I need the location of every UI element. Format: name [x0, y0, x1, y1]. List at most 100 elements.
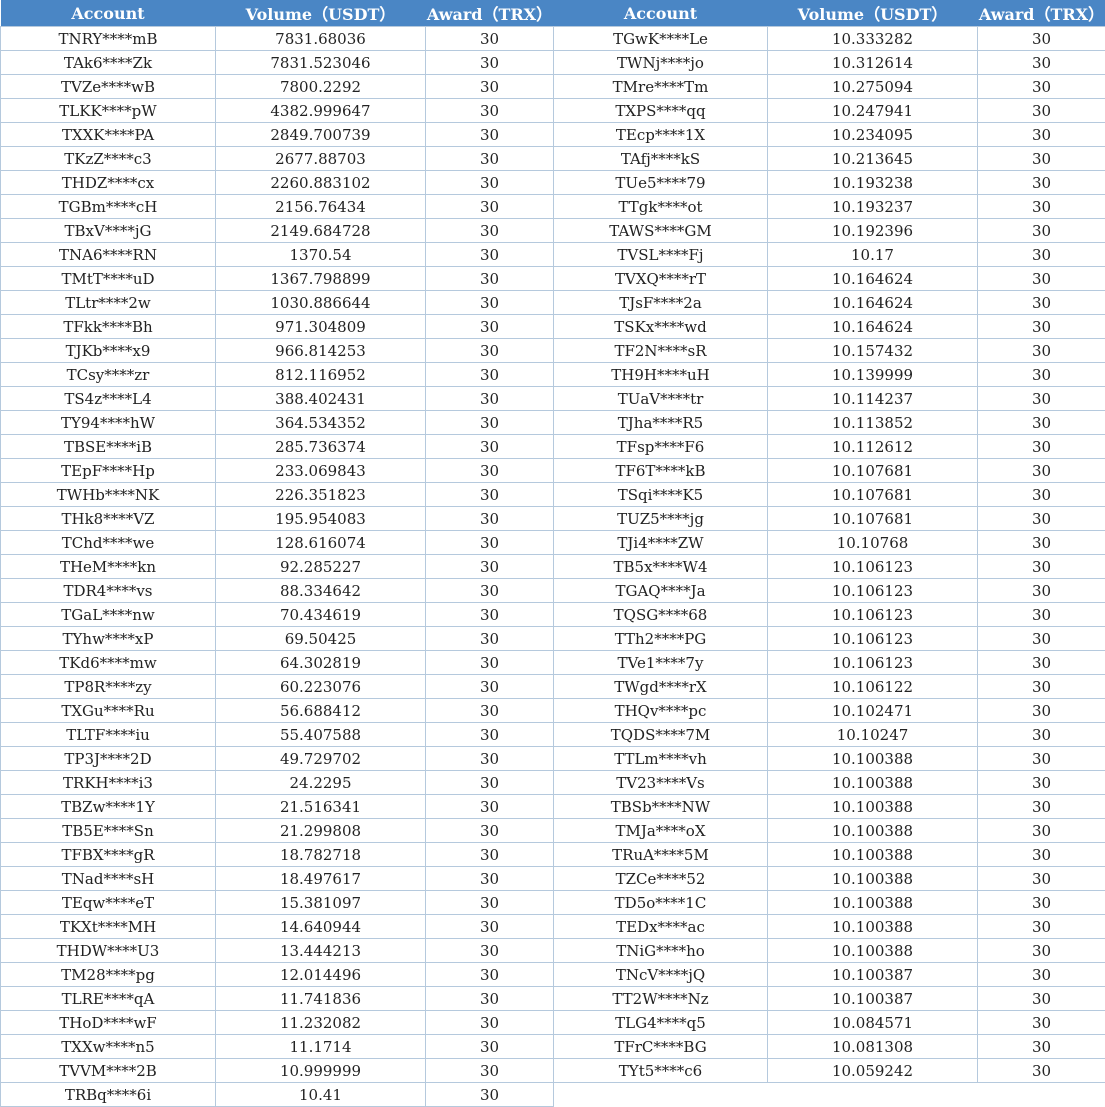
award-cell: 30	[978, 939, 1105, 963]
account-cell: TLtr****2w	[1, 291, 216, 315]
table-row: THk8****VZ195.95408330	[1, 507, 554, 531]
award-cell: 30	[978, 507, 1105, 531]
account-cell: TKzZ****c3	[1, 147, 216, 171]
volume-cell: 10.164624	[768, 267, 978, 291]
account-cell: TVXQ****rT	[554, 267, 768, 291]
account-cell: TJha****R5	[554, 411, 768, 435]
account-cell: TVVM****2B	[1, 1059, 216, 1083]
table-row: TYhw****xP69.5042530	[1, 627, 554, 651]
award-cell: 30	[978, 219, 1105, 243]
volume-cell: 10.164624	[768, 315, 978, 339]
award-cell: 30	[978, 819, 1105, 843]
volume-cell: 2677.88703	[216, 147, 426, 171]
volume-cell: 10.107681	[768, 483, 978, 507]
account-cell: TVSL****Fj	[554, 243, 768, 267]
table-row: TNiG****ho10.10038830	[554, 939, 1105, 963]
award-cell: 30	[978, 651, 1105, 675]
table-row: TJsF****2a10.16462430	[554, 291, 1105, 315]
award-cell: 30	[978, 915, 1105, 939]
account-cell: TXXw****n5	[1, 1035, 216, 1059]
account-cell: THoD****wF	[1, 1011, 216, 1035]
award-cell: 30	[426, 915, 554, 939]
account-cell: TVZe****wB	[1, 75, 216, 99]
volume-cell: 10.102471	[768, 699, 978, 723]
award-cell: 30	[426, 459, 554, 483]
account-cell: TXXK****PA	[1, 123, 216, 147]
volume-cell: 10.41	[216, 1083, 426, 1107]
volume-header: Volume（USDT）	[768, 0, 978, 27]
award-cell: 30	[978, 555, 1105, 579]
volume-cell: 10.157432	[768, 339, 978, 363]
header-row: Account Volume（USDT） Award（TRX）	[1, 0, 554, 27]
account-cell: TB5E****Sn	[1, 819, 216, 843]
volume-cell: 10.100388	[768, 939, 978, 963]
account-cell: TP3J****2D	[1, 747, 216, 771]
table-row: TRuA****5M10.10038830	[554, 843, 1105, 867]
volume-cell: 64.302819	[216, 651, 426, 675]
volume-cell: 10.107681	[768, 507, 978, 531]
volume-cell: 10.081308	[768, 1035, 978, 1059]
award-cell: 30	[426, 723, 554, 747]
table-row: TP3J****2D49.72970230	[1, 747, 554, 771]
award-cell: 30	[978, 483, 1105, 507]
award-cell: 30	[426, 99, 554, 123]
table-row: TYt5****c610.05924230	[554, 1059, 1105, 1083]
table-row: TUe5****7910.19323830	[554, 171, 1105, 195]
table-row: THeM****kn92.28522730	[1, 555, 554, 579]
account-cell: TS4z****L4	[1, 387, 216, 411]
award-cell: 30	[426, 699, 554, 723]
account-cell: TBZw****1Y	[1, 795, 216, 819]
table-row: TLG4****q510.08457130	[554, 1011, 1105, 1035]
table-row: TVZe****wB7800.229230	[1, 75, 554, 99]
volume-cell: 2149.684728	[216, 219, 426, 243]
volume-cell: 1370.54	[216, 243, 426, 267]
table-row: TT2W****Nz10.10038730	[554, 987, 1105, 1011]
table-row: TEqw****eT15.38109730	[1, 891, 554, 915]
volume-cell: 10.999999	[216, 1059, 426, 1083]
volume-cell: 18.782718	[216, 843, 426, 867]
volume-cell: 10.100388	[768, 771, 978, 795]
award-cell: 30	[426, 867, 554, 891]
volume-cell: 10.107681	[768, 459, 978, 483]
table-row: THQv****pc10.10247130	[554, 699, 1105, 723]
table-row: TD5o****1C10.10038830	[554, 891, 1105, 915]
award-cell: 30	[978, 579, 1105, 603]
table-row: TH9H****uH10.13999930	[554, 363, 1105, 387]
volume-cell: 10.100388	[768, 915, 978, 939]
table-row: THDW****U313.44421330	[1, 939, 554, 963]
volume-cell: 10.100388	[768, 843, 978, 867]
account-cell: TYt5****c6	[554, 1059, 768, 1083]
table-row: TEpF****Hp233.06984330	[1, 459, 554, 483]
account-cell: TNRY****mB	[1, 27, 216, 51]
award-cell: 30	[426, 51, 554, 75]
volume-cell: 10.193238	[768, 171, 978, 195]
volume-cell: 10.100388	[768, 867, 978, 891]
volume-cell: 4382.999647	[216, 99, 426, 123]
award-cell: 30	[426, 939, 554, 963]
table-row: TKXt****MH14.64094430	[1, 915, 554, 939]
award-cell: 30	[978, 267, 1105, 291]
volume-cell: 10.333282	[768, 27, 978, 51]
table-row: TJKb****x9966.81425330	[1, 339, 554, 363]
account-cell: TB5x****W4	[554, 555, 768, 579]
volume-cell: 10.247941	[768, 99, 978, 123]
table-row: TVe1****7y10.10612330	[554, 651, 1105, 675]
account-cell: TF2N****sR	[554, 339, 768, 363]
volume-cell: 21.299808	[216, 819, 426, 843]
table-row: TQSG****6810.10612330	[554, 603, 1105, 627]
account-cell: TEqw****eT	[1, 891, 216, 915]
award-cell: 30	[978, 459, 1105, 483]
volume-cell: 10.100388	[768, 795, 978, 819]
award-cell: 30	[426, 603, 554, 627]
table-row: TMtT****uD1367.79889930	[1, 267, 554, 291]
account-cell: TJKb****x9	[1, 339, 216, 363]
table-row: TNA6****RN1370.5430	[1, 243, 554, 267]
volume-cell: 14.640944	[216, 915, 426, 939]
volume-cell: 10.059242	[768, 1059, 978, 1083]
award-cell: 30	[978, 627, 1105, 651]
award-cell: 30	[426, 891, 554, 915]
account-cell: TD5o****1C	[554, 891, 768, 915]
award-cell: 30	[426, 579, 554, 603]
volume-cell: 49.729702	[216, 747, 426, 771]
volume-cell: 10.100388	[768, 891, 978, 915]
